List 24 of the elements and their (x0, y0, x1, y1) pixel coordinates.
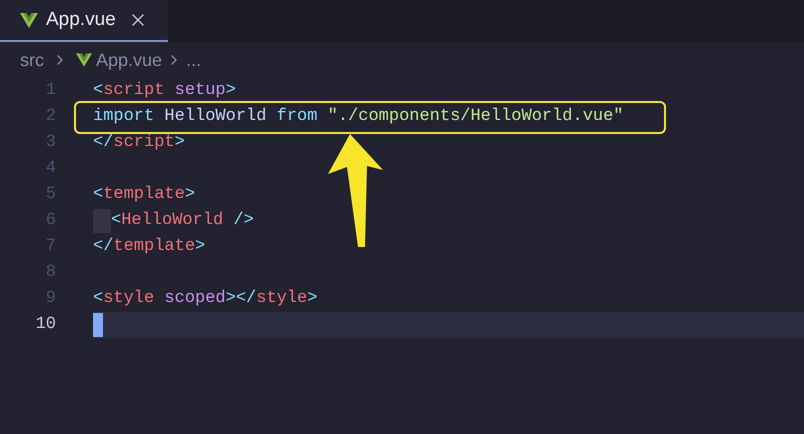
code-line: import HelloWorld from "./components/HelloWorld.vue" (93, 106, 624, 128)
breadcrumb-item[interactable]: App.vue (96, 46, 162, 74)
vue-logo-icon (76, 53, 92, 67)
line-number: 3 (44, 132, 56, 154)
code-line: </script> (93, 132, 185, 154)
line-number: 6 (44, 210, 56, 232)
text-cursor (93, 313, 103, 337)
vue-logo-icon (20, 12, 38, 28)
line-number: 4 (44, 158, 56, 180)
line-number: 8 (44, 262, 56, 284)
line-number: 9 (44, 288, 56, 310)
code-line: <style scoped></style> (93, 288, 318, 310)
line-number: 2 (44, 106, 56, 128)
editor-tab[interactable]: App.vue (0, 0, 168, 42)
code-line: <script setup> (93, 80, 236, 102)
code-line: <HelloWorld /> (111, 210, 254, 232)
breadcrumb-item[interactable]: src (20, 46, 44, 74)
line-number: 7 (44, 236, 56, 258)
line-number: 1 (44, 80, 56, 102)
code-line: <template> (93, 184, 196, 206)
breadcrumb-item[interactable]: ... (186, 46, 202, 74)
line-number: 10 (34, 314, 56, 336)
code-line: </template> (93, 236, 206, 258)
line-number: 5 (44, 184, 56, 206)
